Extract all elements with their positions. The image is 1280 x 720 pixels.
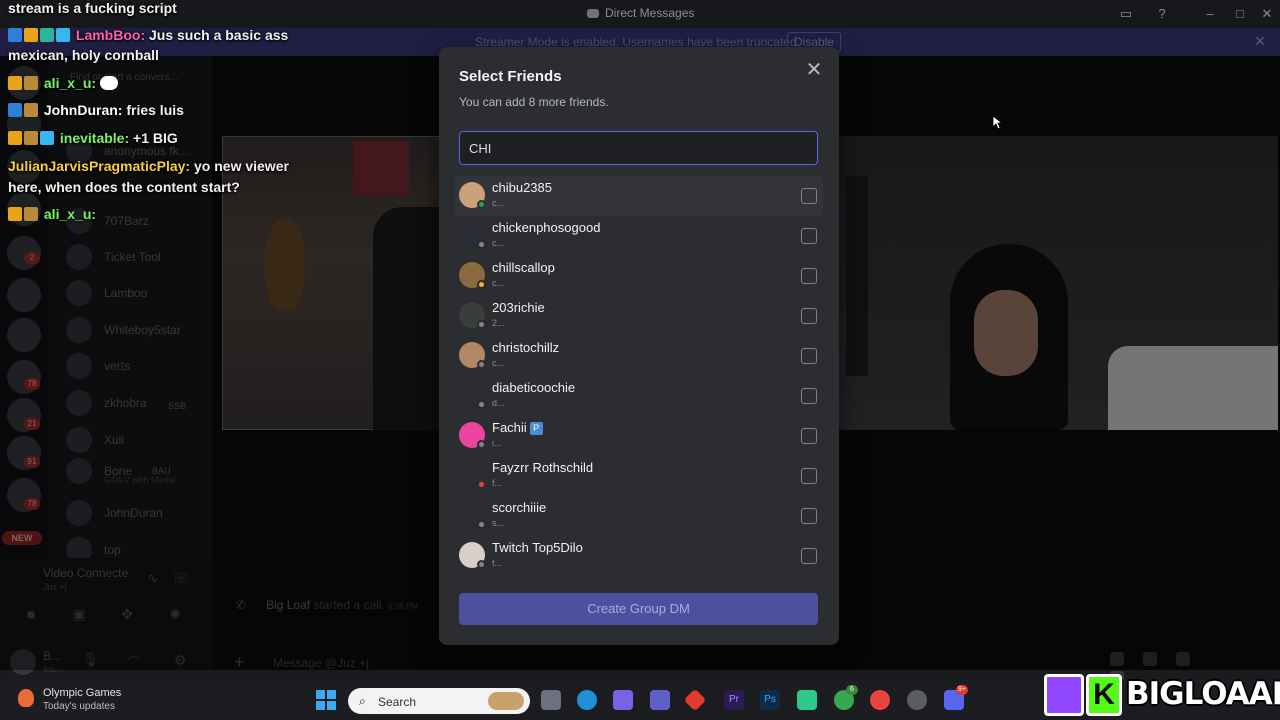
friend-row[interactable]: Fachii P i... [455,416,823,456]
friend-row[interactable]: christochillz c... [455,336,823,376]
screen: Direct Messages ▭ ? – □ ✕ Streamer Mode … [0,0,1280,720]
chat-line: inevitable: +1 BIG [8,130,178,146]
chat-line: ali_x_u: [8,75,118,91]
friend-row[interactable]: scorchiiie s... [455,496,823,536]
friend-checkbox[interactable] [801,228,817,244]
crown-badge-icon [8,131,22,145]
notification-badge: 9+ [956,685,968,695]
chat-username: inevitable: [59,130,130,146]
kick-logo-icon: K [1086,674,1122,716]
mouse-cursor-icon [993,116,1003,130]
friend-checkbox[interactable] [801,428,817,444]
chat-username: ali_x_u: [43,75,97,91]
status-offline-icon [477,440,486,449]
stream-chat-overlay: stream is a fucking script LambBoo: Jus … [0,0,320,230]
photoshop-icon[interactable]: Ps [760,690,780,710]
emote-icon [99,76,118,90]
modal-subtitle: You can add 8 more friends. [459,95,609,109]
friend-checkbox[interactable] [801,308,817,324]
close-icon[interactable]: ✕ [803,60,825,82]
select-friends-modal: Select Friends You can add 8 more friend… [439,47,839,645]
friend-checkbox[interactable] [801,188,817,204]
chat-line: mexican, holy cornball [8,47,159,63]
friend-checkbox[interactable] [801,508,817,524]
premiere-icon[interactable]: Pr [724,690,744,710]
badge-icon [8,103,22,117]
crown-badge-icon [8,76,22,90]
badge-icon [56,28,70,42]
friend-checkbox[interactable] [801,468,817,484]
friend-row[interactable]: chillscallop c... [455,256,823,296]
status-offline-icon [477,400,486,409]
chat-line: ali_x_u: [8,206,96,222]
chat-username: LambBoo: [75,27,146,43]
parking-badge-icon: P [529,422,543,435]
friend-row[interactable]: chibu2385 c... [455,176,823,216]
status-offline-icon [477,360,486,369]
olympic-torch-icon[interactable] [18,689,34,707]
modal-title: Select Friends [459,68,562,85]
friend-row[interactable]: Fayzrr Rothschild f... [455,456,823,496]
help-icon[interactable]: ? [1153,5,1171,23]
chat-line: JulianJarvisPragmaticPlay: yo new viewer [8,158,289,174]
search-icon: ⌕ [359,694,366,708]
edge-icon[interactable] [577,690,597,710]
badge-icon [24,76,38,90]
inbox-icon[interactable]: ▭ [1117,5,1135,23]
twitch-logo-icon [1044,674,1084,716]
badge-icon [24,131,38,145]
maximize-button[interactable]: □ [1231,5,1249,23]
friend-checkbox[interactable] [801,268,817,284]
widget-subtitle: Today's updates [43,701,115,712]
chat-username: JulianJarvisPragmaticPlay: [8,158,191,174]
badge-icon [8,28,22,42]
friend-row[interactable]: chickenphosogood c... [455,216,823,256]
crown-badge-icon [24,28,38,42]
friend-search-input[interactable] [459,131,818,165]
windows-start-icon[interactable] [316,690,336,710]
status-offline-icon [477,520,486,529]
create-group-dm-button[interactable]: Create Group DM [459,593,818,625]
status-dnd-icon [477,480,486,489]
chat-line: JohnDuran: fries luis [8,102,184,118]
status-offline-icon [477,320,486,329]
window-title: Direct Messages [587,6,694,20]
friend-row[interactable]: Twitch Top5Dilo t... [455,536,823,576]
badge-icon [24,103,38,117]
badge-icon [40,131,54,145]
chrome-icon[interactable] [870,690,890,710]
streamer-name-text: BIGLOAAF [1126,676,1280,712]
taskbar-search[interactable]: ⌕ Search [348,688,530,714]
minimize-button[interactable]: – [1201,5,1219,23]
chat-line: stream is a fucking script [8,0,177,16]
status-idle-icon [477,280,486,289]
badge-icon [24,207,38,221]
friend-row[interactable]: diabeticoochie d... [455,376,823,416]
copilot-icon[interactable] [613,690,633,710]
friend-checkbox[interactable] [801,388,817,404]
status-online-icon [477,200,486,209]
friend-checkbox[interactable] [801,548,817,564]
chat-line: LambBoo: Jus such a basic ass [8,27,288,43]
crown-badge-icon [8,207,22,221]
obs-icon[interactable] [907,690,927,710]
teams-icon[interactable] [650,690,670,710]
close-window-button[interactable]: ✕ [1258,5,1276,23]
friend-checkbox[interactable] [801,348,817,364]
streamer-logo: K BIGLOAAF [1040,670,1280,720]
task-view-icon[interactable] [541,690,561,710]
widget-title[interactable]: Olympic Games [43,687,121,699]
chat-line: here, when does the content start? [8,179,240,195]
status-offline-icon [477,240,486,249]
friend-row[interactable]: 203richie 2... [455,296,823,336]
chat-username: JohnDuran: [43,102,123,118]
notification-badge: 6 [846,685,858,695]
status-offline-icon [477,560,486,569]
badge-icon [40,28,54,42]
search-highlight-icon [488,692,524,710]
chat-username: ali_x_u: [43,206,97,222]
app-icon[interactable] [683,688,707,712]
discord-icon [587,9,599,18]
app-icon[interactable] [797,690,817,710]
